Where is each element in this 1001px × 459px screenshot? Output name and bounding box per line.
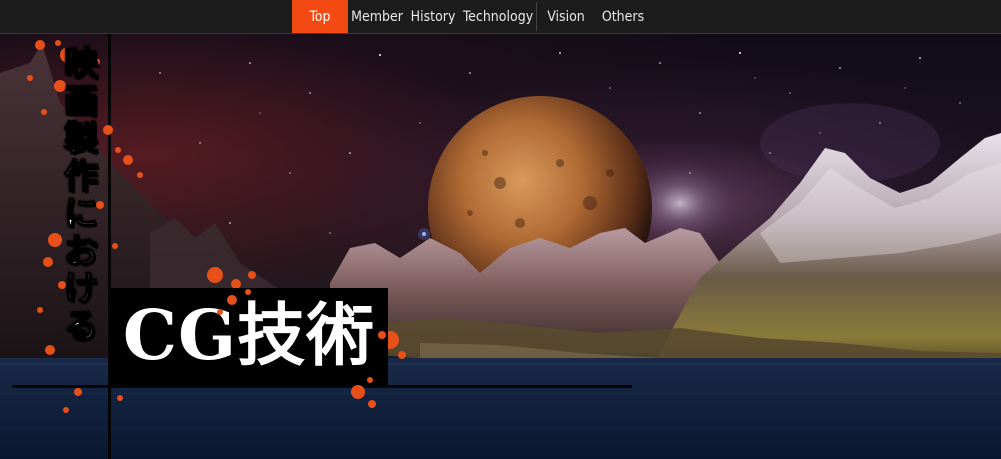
title-char: け: [63, 269, 99, 309]
title-horizontal-rule: [12, 385, 632, 388]
title-cg-box: CG技術: [110, 288, 388, 385]
nav-item-history[interactable]: History: [406, 0, 460, 33]
nav-list: Top Member History Technology Vision Oth…: [292, 0, 651, 33]
title-char: 製: [63, 119, 99, 159]
title-char: お: [63, 231, 99, 272]
space-landscape-illustration: [0, 43, 1001, 459]
title-vertical: 映 画 製 作 に お け る: [58, 44, 104, 347]
hero-banner-image: [0, 33, 1001, 459]
title-char: に: [63, 194, 99, 234]
title-cg-text: CG技術: [122, 296, 376, 376]
nav-item-top[interactable]: Top: [292, 0, 348, 33]
page: Top Member History Technology Vision Oth…: [0, 0, 1001, 459]
title-char: 映: [63, 44, 99, 84]
title-vertical-rule: [108, 33, 111, 459]
nav-item-vision[interactable]: Vision: [537, 0, 595, 33]
nav-item-technology[interactable]: Technology: [460, 0, 536, 33]
nav-item-member[interactable]: Member: [348, 0, 406, 33]
top-navbar: Top Member History Technology Vision Oth…: [0, 0, 1001, 34]
title-char: る: [63, 306, 99, 347]
title-char: 画: [63, 81, 99, 122]
nav-item-others[interactable]: Others: [595, 0, 651, 33]
title-char: 作: [63, 156, 99, 197]
